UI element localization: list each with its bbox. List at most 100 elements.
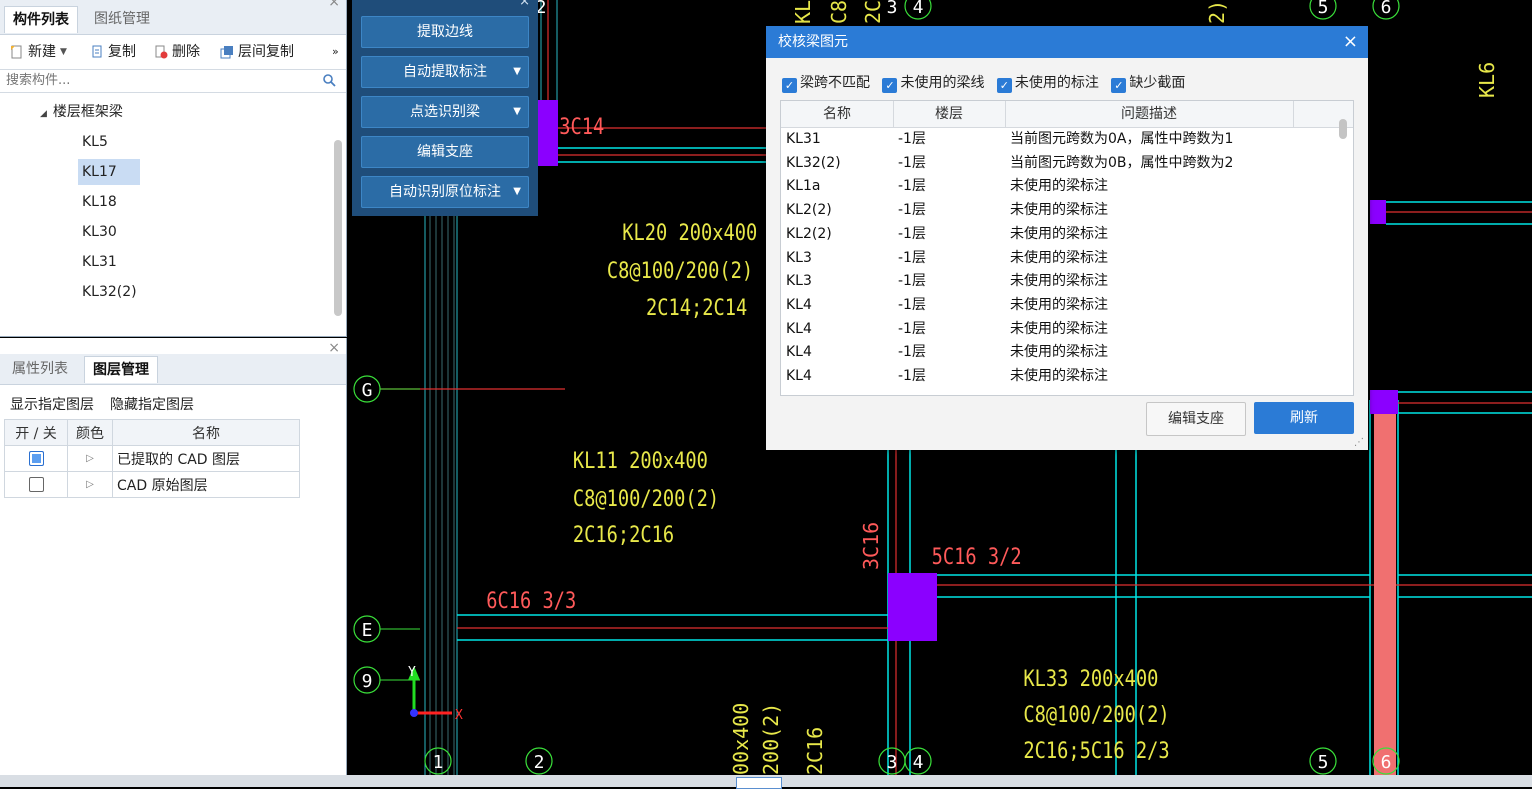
- floor-copy-icon: [220, 46, 233, 59]
- checkbox-checked-icon[interactable]: ✓: [782, 78, 797, 93]
- filter-missing-section[interactable]: ✓ 缺少截面: [1111, 75, 1185, 93]
- chevron-down-icon[interactable]: ▼: [513, 56, 521, 88]
- pick-identify-beam-button[interactable]: 点选识别梁 ▼: [361, 96, 529, 128]
- chevron-down-icon[interactable]: ▼: [513, 96, 521, 128]
- axis-label-9: 9: [362, 671, 373, 692]
- dialog-edit-support-button[interactable]: 编辑支座: [1146, 402, 1246, 436]
- new-file-icon: [11, 45, 22, 59]
- row-floor: -1层: [898, 131, 926, 147]
- tab-layer-management[interactable]: 图层管理: [84, 356, 158, 383]
- tree-item-kl32[interactable]: KL32(2): [82, 279, 137, 305]
- table-row[interactable]: KL4 -1层 未使用的梁标注: [781, 341, 1341, 365]
- close-icon[interactable]: ×: [519, 0, 530, 9]
- dialog-title-bar[interactable]: 校核梁图元 ×: [766, 26, 1368, 58]
- row-name: KL32(2): [786, 154, 841, 171]
- row-description: 当前图元跨数为0B，属性中跨数为2: [1010, 154, 1234, 171]
- table-row[interactable]: KL31 -1层 当前图元跨数为0A，属性中跨数为1: [781, 128, 1341, 152]
- filter-unused-label[interactable]: ✓ 未使用的标注: [996, 75, 1099, 93]
- checkbox-checked-icon[interactable]: ✓: [882, 78, 898, 93]
- row-description: 未使用的梁标注: [1010, 202, 1108, 219]
- layer-toggle-checkbox[interactable]: [28, 451, 44, 466]
- hide-layer-link[interactable]: 隐藏指定图层: [110, 394, 194, 414]
- row-name: KL2(2): [786, 225, 832, 242]
- filter-span-mismatch[interactable]: ✓ 梁跨不匹配: [782, 75, 870, 93]
- column-header[interactable]: 楼层: [893, 101, 1006, 127]
- expand-triangle-icon[interactable]: ▷: [67, 471, 113, 498]
- tree-item-kl17[interactable]: KL17: [78, 159, 140, 185]
- row-floor: -1层: [898, 344, 926, 361]
- edit-support-button[interactable]: 编辑支座: [361, 136, 529, 168]
- cad-annotation-red: 3C14: [559, 114, 604, 140]
- more-icon[interactable]: »: [332, 35, 339, 69]
- extract-edge-button[interactable]: 提取边线: [361, 16, 529, 48]
- row-floor: -1层: [898, 368, 926, 384]
- table-row[interactable]: KL1a -1层 未使用的梁标注: [781, 175, 1341, 199]
- tree-item-kl18[interactable]: KL18: [82, 189, 117, 215]
- delete-button[interactable]: 删除: [154, 35, 200, 69]
- auto-identify-inplace-label-button[interactable]: 自动识别原位标注 ▼: [361, 176, 529, 208]
- refresh-button[interactable]: 刷新: [1254, 402, 1354, 434]
- cad-annotation: KL3: [791, 0, 815, 24]
- table-row[interactable]: KL3 -1层 未使用的梁标注: [781, 247, 1341, 271]
- scrollbar-thumb[interactable]: [334, 140, 342, 316]
- table-row[interactable]: KL2(2) -1层 未使用的梁标注: [781, 199, 1341, 223]
- tree-group-frame-beam[interactable]: ◢ 楼层框架梁: [40, 99, 123, 125]
- row-description: 未使用的梁标注: [1010, 225, 1108, 242]
- tab-drawing-management[interactable]: 图纸管理: [86, 6, 158, 32]
- layer-toggle-checkbox[interactable]: [28, 477, 44, 492]
- layer-name: CAD 原始图层: [112, 471, 300, 498]
- row-floor: -1层: [898, 225, 926, 242]
- search-input[interactable]: [0, 70, 322, 90]
- top-axis-label-3: 3: [887, 0, 898, 18]
- cad-annotation: KL6: [1475, 62, 1499, 98]
- close-icon[interactable]: ×: [328, 0, 340, 10]
- close-icon[interactable]: ×: [1343, 26, 1358, 58]
- expand-triangle-icon[interactable]: ▷: [67, 445, 113, 472]
- chevron-down-icon[interactable]: ▼: [513, 176, 521, 208]
- axis-label-2: 2: [534, 752, 545, 773]
- table-row[interactable]: KL4 -1层 未使用的梁标注: [781, 365, 1341, 389]
- row-floor: -1层: [898, 249, 926, 266]
- search-bar: [0, 69, 346, 93]
- row-name: KL1a: [786, 178, 821, 195]
- table-row[interactable]: KL4 -1层 未使用的梁标注: [781, 294, 1341, 318]
- search-icon[interactable]: [323, 74, 336, 87]
- row-floor: -1层: [898, 320, 926, 337]
- tree-item-kl31[interactable]: KL31: [82, 249, 117, 275]
- auto-extract-label-button[interactable]: 自动提取标注 ▼: [361, 56, 529, 88]
- row-name: KL31: [786, 131, 821, 147]
- tree-item-kl30[interactable]: KL30: [82, 219, 117, 245]
- cad-annotation: C8: [827, 0, 851, 24]
- scrollbar-thumb[interactable]: [1339, 119, 1347, 139]
- row-description: 未使用的梁标注: [1010, 296, 1108, 313]
- layer-panel: × 属性列表 图层管理 显示指定图层 隐藏指定图层 开 / 关 颜色 名称 ▷ …: [0, 338, 347, 787]
- table-row[interactable]: ▷ 已提取的 CAD 图层: [4, 445, 300, 472]
- tab-component-list[interactable]: 构件列表: [4, 6, 78, 33]
- table-row[interactable]: KL3 -1层 未使用的梁标注: [781, 270, 1341, 294]
- checkbox-checked-icon[interactable]: ✓: [1111, 78, 1127, 93]
- show-layer-link[interactable]: 显示指定图层: [10, 394, 94, 414]
- column-header[interactable]: 名称: [781, 101, 894, 127]
- copy-icon: [92, 45, 102, 58]
- cad-annotation-red: 3C16: [859, 522, 883, 570]
- axis-label-3: 3: [887, 752, 898, 773]
- column-header[interactable]: 问题描述: [1005, 101, 1294, 127]
- filter-unused-beam-line[interactable]: ✓ 未使用的梁线: [882, 75, 984, 93]
- table-row[interactable]: ▷ CAD 原始图层: [4, 471, 300, 498]
- new-button[interactable]: 新建 ▼: [10, 35, 67, 69]
- floor-copy-button[interactable]: 层间复制: [220, 35, 294, 69]
- resize-grip-icon[interactable]: ⋰: [1354, 437, 1364, 448]
- row-description: 未使用的梁标注: [1010, 344, 1108, 361]
- row-name: KL4: [786, 296, 812, 313]
- status-toggle[interactable]: [736, 777, 782, 789]
- table-row[interactable]: KL2(2) -1层 未使用的梁标注: [781, 223, 1341, 247]
- copy-button[interactable]: 复制: [90, 35, 136, 69]
- checkbox-checked-icon[interactable]: ✓: [996, 78, 1012, 93]
- chevron-down-icon: ▼: [60, 47, 67, 57]
- tree-item-kl5[interactable]: KL5: [82, 129, 108, 155]
- table-row[interactable]: KL4 -1层 未使用的梁标注: [781, 318, 1341, 342]
- tab-property-list[interactable]: 属性列表: [4, 356, 76, 382]
- row-name: KL4: [786, 344, 812, 361]
- table-row[interactable]: KL32(2) -1层 当前图元跨数为0B，属性中跨数为2: [781, 152, 1341, 176]
- cad-annotation: 2C16: [803, 727, 827, 775]
